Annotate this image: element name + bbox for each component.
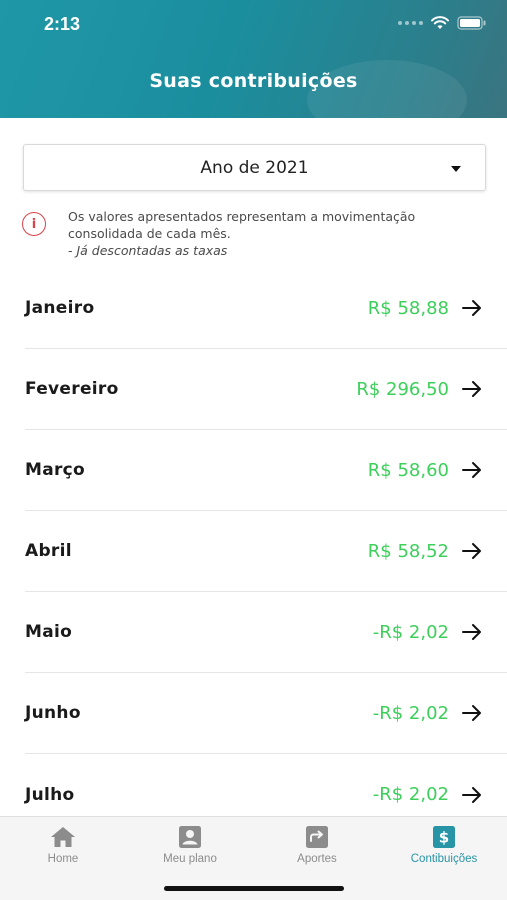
tab-label: Contibuições bbox=[410, 853, 478, 865]
arrow-right-icon bbox=[462, 462, 481, 478]
info-text-block: Os valores apresentados representam a mo… bbox=[68, 208, 488, 259]
wifi-icon bbox=[431, 16, 449, 29]
month-row-janeiro[interactable]: Janeiro R$ 58,88 bbox=[25, 268, 507, 349]
home-indicator bbox=[164, 886, 344, 891]
arrow-right-icon bbox=[462, 543, 481, 559]
month-name: Março bbox=[25, 460, 86, 480]
month-name: Junho bbox=[25, 703, 81, 723]
month-value: R$ 296,50 bbox=[356, 378, 449, 400]
app-header: 2:13 Suas contribuições bbox=[0, 0, 507, 118]
tab-label: Aportes bbox=[297, 853, 337, 865]
tab-aportes[interactable]: Aportes bbox=[254, 825, 380, 865]
tab-label: Meu plano bbox=[163, 853, 217, 865]
status-time: 2:13 bbox=[44, 14, 81, 34]
month-value: -R$ 2,02 bbox=[372, 621, 449, 643]
month-row-junho[interactable]: Junho -R$ 2,02 bbox=[25, 673, 507, 754]
svg-text:$: $ bbox=[439, 829, 449, 847]
tab-meu-plano[interactable]: Meu plano bbox=[127, 825, 253, 865]
arrow-right-icon bbox=[462, 624, 481, 640]
month-name: Julho bbox=[25, 784, 75, 805]
month-name: Abril bbox=[25, 541, 72, 561]
month-row-maio[interactable]: Maio -R$ 2,02 bbox=[25, 592, 507, 673]
month-name: Janeiro bbox=[25, 298, 95, 318]
arrow-right-icon bbox=[462, 705, 481, 721]
month-row-abril[interactable]: Abril R$ 58,52 bbox=[25, 511, 507, 592]
month-value: -R$ 2,02 bbox=[372, 702, 449, 724]
caret-down-icon bbox=[451, 166, 461, 172]
battery-icon bbox=[457, 16, 486, 30]
arrow-right-icon bbox=[462, 381, 481, 397]
home-icon bbox=[51, 827, 75, 847]
status-icons bbox=[398, 16, 487, 30]
arrow-right-icon bbox=[462, 786, 481, 803]
dollar-icon: $ bbox=[433, 826, 455, 848]
month-value: R$ 58,88 bbox=[367, 297, 449, 319]
month-name: Maio bbox=[25, 622, 73, 642]
month-value: R$ 58,60 bbox=[367, 459, 449, 481]
info-text: Os valores apresentados representam a mo… bbox=[68, 209, 416, 241]
tab-home[interactable]: Home bbox=[0, 825, 126, 865]
info-note: - Já descontadas as taxas bbox=[68, 243, 228, 258]
month-value: R$ 58,52 bbox=[367, 540, 449, 562]
info-icon: i bbox=[22, 212, 46, 236]
year-select-value: Ano de 2021 bbox=[200, 157, 309, 178]
user-card-icon bbox=[179, 826, 201, 848]
page-title: Suas contribuições bbox=[149, 70, 358, 92]
tab-label: Home bbox=[47, 853, 79, 865]
signal-icon bbox=[398, 21, 423, 25]
month-list: Janeiro R$ 58,88 Fevereiro R$ 296,50 Mar… bbox=[0, 268, 507, 835]
transfer-icon bbox=[306, 826, 328, 848]
arrow-right-icon bbox=[462, 300, 481, 316]
month-row-marco[interactable]: Março R$ 58,60 bbox=[25, 430, 507, 511]
month-name: Fevereiro bbox=[25, 379, 119, 399]
month-value: -R$ 2,02 bbox=[372, 784, 449, 805]
year-select[interactable]: Ano de 2021 bbox=[23, 144, 486, 191]
tab-contribuicoes[interactable]: $ Contibuições bbox=[381, 825, 507, 865]
month-row-fevereiro[interactable]: Fevereiro R$ 296,50 bbox=[25, 349, 507, 430]
